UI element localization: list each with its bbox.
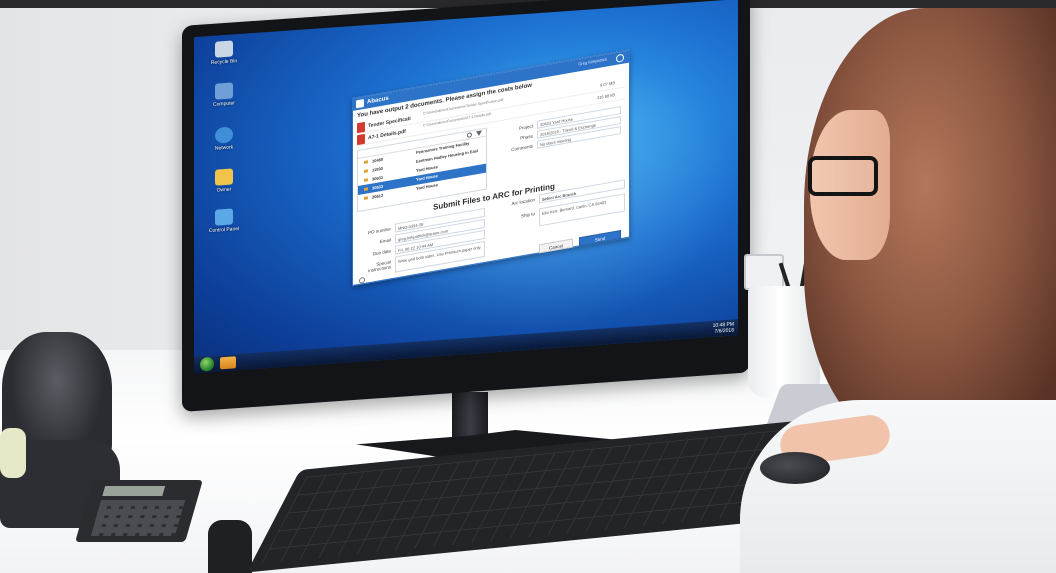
taskbar-clock[interactable]: 10:48 PM 7/6/2018 (713, 321, 734, 334)
calculator-screen (102, 486, 166, 496)
desktop-icon-control-panel[interactable]: Control Panel (204, 208, 244, 235)
start-button[interactable] (200, 356, 214, 372)
recycle-bin-icon (215, 40, 233, 58)
person-body (740, 400, 1056, 573)
pdf-icon (357, 121, 365, 134)
document-size: 316.88 kB (596, 92, 615, 101)
desktop-icon-label: Control Panel (208, 226, 240, 235)
tape-dispenser (0, 428, 26, 478)
desktop-icon-label: Owner (216, 186, 232, 194)
phone-stand (744, 254, 784, 290)
project-number: 20613 (372, 192, 384, 200)
computer-mouse (760, 452, 830, 484)
document-size: 9.07 MB (600, 80, 615, 88)
field-label: Special instructions (368, 259, 391, 274)
folder-icon (364, 178, 368, 183)
desktop-icon-owner[interactable]: Owner (204, 168, 244, 195)
app-name: Abacus (367, 95, 389, 106)
network-icon (215, 126, 233, 144)
eyeglasses (808, 156, 878, 196)
folder-icon (364, 169, 368, 174)
abacus-logo-icon (356, 99, 364, 109)
document-name: A7-1 Details.pdf (368, 128, 406, 142)
help-icon[interactable] (616, 53, 624, 63)
project-number: 10480 (372, 156, 384, 164)
folder-icon (364, 160, 368, 165)
desktop-icon-computer[interactable]: Computer (204, 82, 244, 109)
desktop-icon-network[interactable]: Network (204, 126, 244, 153)
photo-scene: Recycle Bin Computer Network Owner Contr… (0, 0, 1056, 573)
search-icon[interactable] (467, 132, 472, 138)
pdf-icon (357, 133, 365, 146)
desktop-icon-label: Recycle Bin (210, 58, 238, 66)
user-name[interactable]: Greg Kirkpatrick (578, 56, 607, 66)
calculator (75, 480, 203, 542)
monitor: Recycle Bin Computer Network Owner Contr… (182, 0, 750, 413)
project-name: Yard House (416, 182, 439, 191)
filter-icon[interactable] (476, 130, 482, 137)
desktop-screen: Recycle Bin Computer Network Owner Contr… (194, 0, 738, 374)
control-panel-icon (215, 208, 233, 226)
project-number: 11930 (372, 165, 383, 173)
project-number: 30631 (372, 174, 384, 182)
taskbar-app-icon[interactable] (220, 356, 236, 370)
folder-icon (364, 187, 368, 192)
folder-icon (215, 168, 233, 186)
desktop-icon-recycle-bin[interactable]: Recycle Bin (204, 40, 244, 67)
project-number: 30633 (372, 183, 384, 191)
settings-gear-icon[interactable] (359, 276, 365, 284)
desktop-icon-label: Network (214, 144, 234, 152)
clock-date: 7/6/2018 (714, 327, 734, 335)
calculator-keys (90, 500, 186, 536)
desktop-icon-label: Computer (213, 100, 235, 108)
folder-icon (364, 196, 368, 201)
computer-icon (215, 82, 233, 100)
binder-clip (208, 520, 252, 573)
